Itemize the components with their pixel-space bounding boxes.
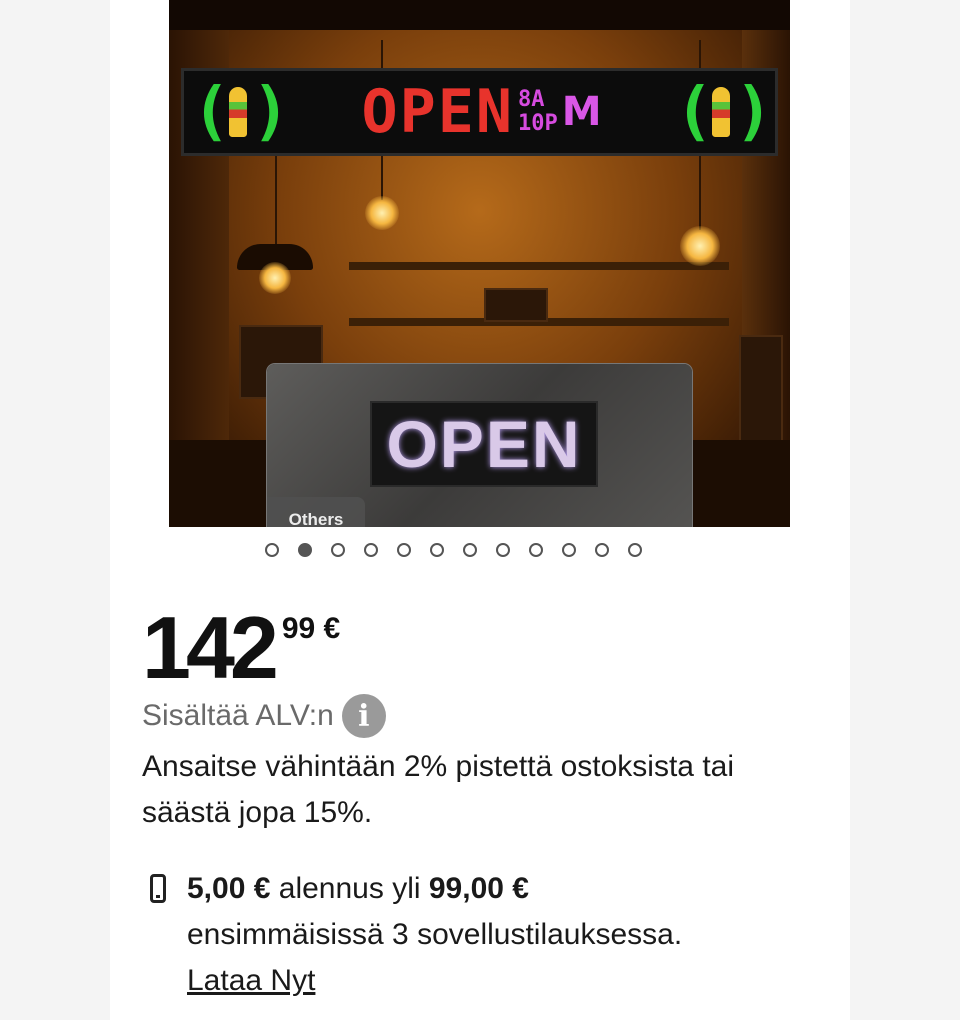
price: 142 99 € <box>142 600 340 696</box>
carousel-dot[interactable] <box>463 543 477 557</box>
edison-bulb <box>680 226 720 266</box>
phone-icon <box>150 874 166 903</box>
inset-product-photo: OPEN Others <box>267 364 692 527</box>
carousel-dot[interactable] <box>595 543 609 557</box>
carousel-dot[interactable] <box>562 543 576 557</box>
price-decimal: 99 € <box>281 612 341 645</box>
carousel-dot[interactable] <box>331 543 345 557</box>
carousel-dot[interactable] <box>364 543 378 557</box>
carousel-dot[interactable] <box>430 543 444 557</box>
vat-label: Sisältää ALV:n <box>142 699 334 732</box>
led-message: OPEN 8A 10P M <box>361 77 602 147</box>
lamp-glow <box>259 262 291 294</box>
led-sign: () OPEN 8A 10P M () <box>181 68 778 156</box>
info-icon[interactable]: i <box>341 694 386 738</box>
led-open-text: OPEN <box>361 77 514 147</box>
coffee-machine <box>739 335 783 449</box>
inset-tag: Others <box>267 497 365 527</box>
shelf <box>349 262 729 270</box>
promo-middle: alennus yli <box>278 872 421 905</box>
burger-icon: () <box>675 75 773 149</box>
promo-line2: ensimmäisissä 3 sovellustilauksessa. <box>187 918 683 951</box>
carousel-dot[interactable] <box>529 543 543 557</box>
led-hours: 8A 10P <box>518 88 558 136</box>
carousel-dot[interactable] <box>628 543 642 557</box>
small-appliance <box>484 288 548 322</box>
carousel-dot[interactable] <box>265 543 279 557</box>
product-image[interactable]: () OPEN 8A 10P M () OPEN Others <box>169 0 790 527</box>
points-text: Ansaitse vähintään 2% pistettä ostoksist… <box>142 750 735 829</box>
carousel-dot[interactable] <box>397 543 411 557</box>
carousel-dots <box>265 543 642 557</box>
led-hours-close: 10P <box>517 111 558 136</box>
promo-text: 5,00 € alennus yli 99,00 € ensimmäisissä… <box>187 866 827 1004</box>
vat-row: Sisältää ALV:n i <box>142 694 386 738</box>
price-integer: 142 <box>142 598 279 697</box>
image-top-band <box>169 0 790 30</box>
carousel-dot[interactable] <box>496 543 510 557</box>
download-now-link[interactable]: Lataa Nyt <box>187 964 315 997</box>
promo-discount: 5,00 € <box>187 872 271 905</box>
lamp-cord <box>275 156 277 246</box>
inset-open-sign: OPEN <box>370 401 598 487</box>
promo-threshold: 99,00 € <box>428 872 529 905</box>
carousel-dot[interactable] <box>298 543 312 557</box>
led-hours-open: 8A <box>517 87 545 112</box>
product-card: () OPEN 8A 10P M () OPEN Others 142 99 €… <box>110 0 850 1020</box>
burger-icon: () <box>192 75 290 149</box>
edison-bulb <box>365 196 399 230</box>
led-suffix: M <box>561 89 602 135</box>
